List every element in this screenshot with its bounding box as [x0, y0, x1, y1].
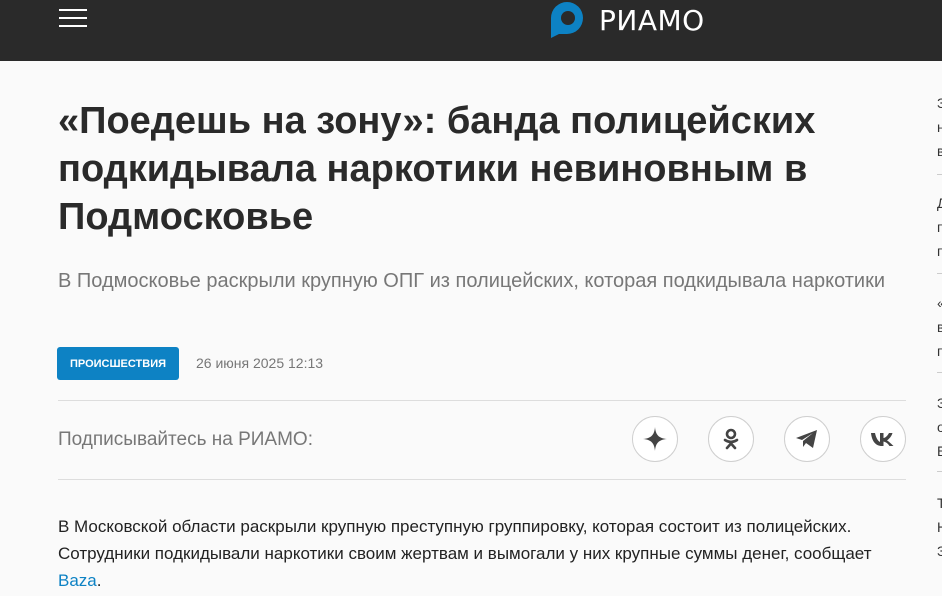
article-body: В Московской области раскрыли крупную пр… [58, 513, 898, 594]
publish-date: 26 июня 2025 12:13 [196, 355, 324, 371]
sidebar-news-item[interactable]: Т Н З [937, 491, 942, 563]
divider-bottom [58, 479, 906, 480]
paper-plane-icon [796, 430, 817, 448]
sparkle-icon [643, 427, 667, 451]
sidebar-news-list: З н в Д п п « в п З о Б Т Н З [937, 61, 942, 596]
sidebar-divider [937, 273, 942, 274]
category-badge[interactable]: Происшествия [57, 347, 179, 380]
sidebar-news-item[interactable]: Д п п [937, 191, 942, 263]
body-paragraph-end: . [96, 571, 102, 590]
vk-icon [871, 433, 894, 446]
ok-icon [723, 428, 739, 450]
vk-button[interactable] [860, 416, 906, 462]
logo-text: РИАМО [599, 3, 705, 37]
riamo-logo-icon [551, 2, 583, 38]
sidebar-divider [937, 372, 942, 373]
subscribe-label: Подписывайтесь на РИАМО: [58, 429, 313, 450]
article-subtitle: В Подмосковье раскрыли крупную ОПГ из по… [58, 270, 886, 292]
divider-top [58, 400, 906, 401]
dzen-button[interactable] [632, 416, 678, 462]
sidebar-divider [937, 174, 942, 175]
site-logo[interactable]: РИАМО [547, 0, 705, 40]
article-title: «Поедешь на зону»: банда полицейских под… [58, 100, 816, 238]
source-link[interactable]: Baza [58, 571, 97, 590]
sidebar-news-item[interactable]: « в п [937, 291, 942, 363]
odnoklassniki-button[interactable] [708, 416, 754, 462]
sidebar-divider [937, 471, 942, 472]
body-paragraph-text: В Московской области раскрыли крупную пр… [58, 517, 872, 563]
site-header: РИАМО [0, 0, 942, 61]
telegram-button[interactable] [784, 416, 830, 462]
sidebar-news-item[interactable]: З н в [937, 91, 942, 163]
hamburger-menu-icon[interactable] [59, 9, 87, 29]
sidebar-news-item[interactable]: З о Б [937, 391, 942, 463]
